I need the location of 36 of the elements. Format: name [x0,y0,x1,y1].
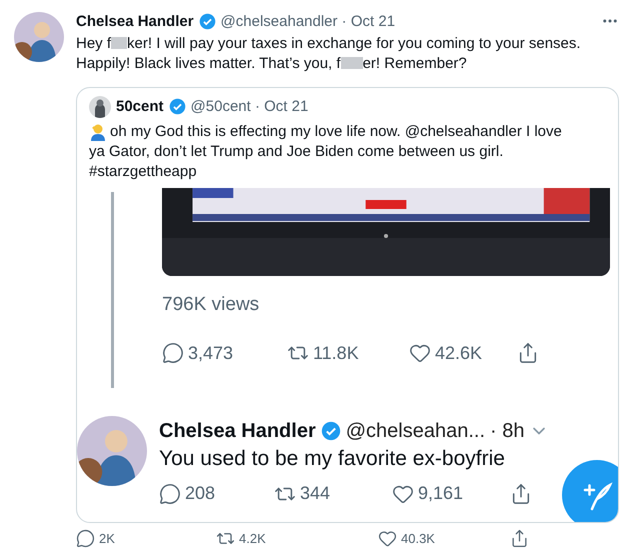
tweet-text-line: Hey f ker! I will pay your taxes in exchange for you coming to your senses. [76,34,582,54]
handle: @chelseahan... [346,420,486,442]
quote-text-line: #starzgettheapp [89,162,197,182]
reply-button[interactable]: 208 [159,482,274,505]
avatar[interactable] [14,12,64,62]
person-icon [89,122,107,141]
share-icon [517,342,539,364]
like-button[interactable]: 42.6K [409,342,517,364]
quote-text-line: ya Gator, don’t let Trump and Joe Biden come between us girl. [89,142,504,162]
quote-text-line: oh my God this is effecting my love life now. @chelseahandler I love [110,122,562,142]
post-time: · 8h [490,420,524,442]
reply-icon [159,482,181,505]
reply-button[interactable]: 3,473 [162,342,287,364]
like-button[interactable]: 40.3K [378,528,510,548]
retweet-button[interactable]: 4.2K [216,528,378,548]
avatar[interactable] [89,96,111,118]
author-name[interactable]: Chelsea Handler [159,420,316,442]
retweet-button[interactable]: 11.8K [287,342,409,364]
like-icon [378,528,397,548]
quoted-tweet-card[interactable] [76,86,619,522]
share-icon [510,528,529,548]
reply-text: You used to be my favorite ex-boyfrie [159,446,505,470]
reply-button[interactable]: 2K [76,528,216,548]
tweet-text-line: Happily! Black lives matter. That’s you, f er! Remember? [76,54,468,74]
retweet-button[interactable]: 344 [274,482,392,505]
author-name[interactable]: 50cent [116,98,164,115]
like-icon [409,342,431,364]
reply-icon [76,528,95,548]
handle-and-date: @50cent · Oct 21 [190,98,308,115]
like-button[interactable]: 9,161 [392,482,510,505]
reply-icon [162,342,184,364]
handle-and-date: @chelseahandler · Oct 21 [220,12,396,30]
author-name[interactable]: Chelsea Handler [76,12,194,30]
share-icon [510,482,532,505]
compose-button[interactable] [562,460,618,522]
view-count: 796K views [162,294,260,316]
